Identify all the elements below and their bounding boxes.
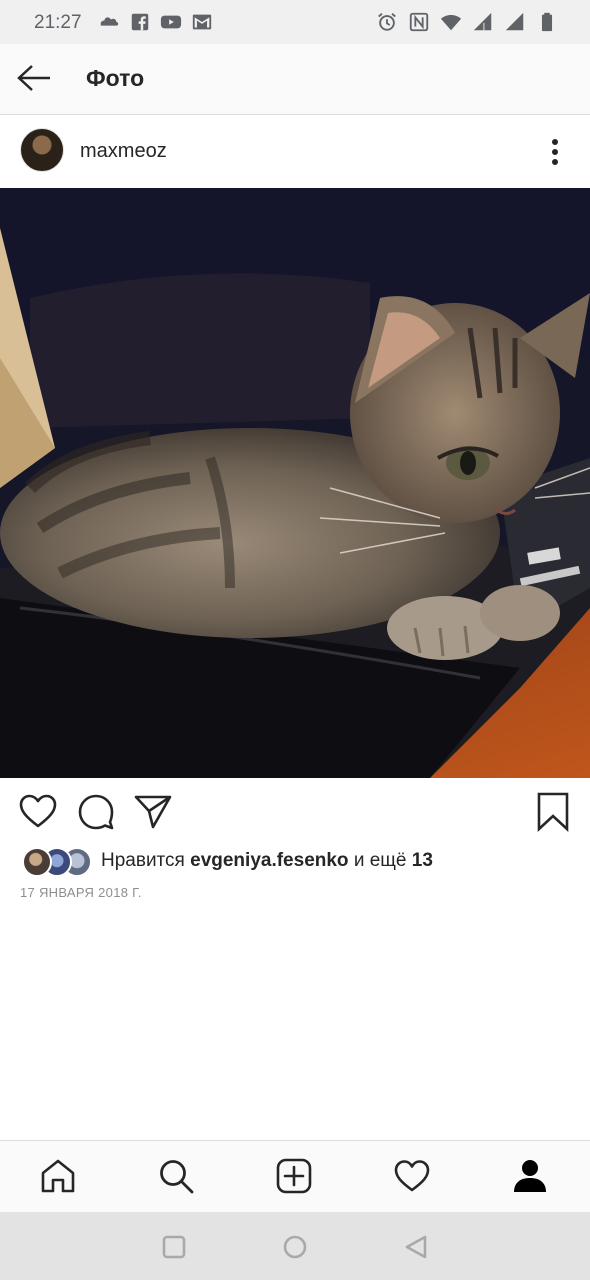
save-button[interactable]	[533, 792, 573, 832]
heart-icon	[19, 794, 57, 828]
back-button[interactable]	[14, 60, 54, 96]
post-header: maxmeoz	[0, 115, 590, 188]
post-image[interactable]	[0, 188, 590, 778]
post-actions	[0, 778, 590, 844]
likes-prefix: Нравится	[101, 850, 185, 871]
status-left-icons	[98, 11, 213, 33]
post-date: 17 ЯНВАРЯ 2018 Г.	[20, 885, 142, 900]
status-bar: 21:27	[0, 0, 590, 44]
wifi-icon	[440, 15, 462, 31]
avatar	[22, 847, 52, 877]
more-options-button[interactable]	[540, 135, 570, 169]
status-right-icons	[376, 11, 558, 33]
arrow-left-icon	[17, 65, 50, 91]
share-button[interactable]	[133, 792, 173, 832]
comment-button[interactable]	[76, 792, 116, 832]
share-icon	[134, 795, 172, 829]
back-triangle-icon	[405, 1235, 427, 1259]
nav-activity[interactable]	[394, 1158, 430, 1194]
status-time: 21:27	[34, 12, 82, 33]
bookmark-icon	[537, 792, 569, 832]
post-username[interactable]: maxmeoz	[80, 140, 167, 163]
alarm-icon	[378, 13, 396, 31]
recents-button[interactable]	[161, 1234, 187, 1260]
nav-profile[interactable]	[512, 1158, 548, 1194]
comment-icon	[78, 794, 114, 830]
likes-text: Нравится evgeniya.fesenko и ещё 13	[101, 850, 433, 872]
avatar[interactable]	[20, 128, 64, 172]
battery-icon	[541, 12, 553, 32]
home-icon	[41, 1159, 75, 1193]
add-post-icon	[276, 1158, 312, 1194]
facebook-icon	[131, 13, 149, 31]
heart-icon	[394, 1160, 430, 1192]
likes-count[interactable]: 13	[412, 850, 433, 871]
profile-icon	[514, 1160, 546, 1192]
signal-icon	[505, 12, 524, 31]
likes-conjunction: и ещё	[353, 850, 407, 871]
system-back-button[interactable]	[403, 1234, 429, 1260]
recents-icon	[162, 1235, 186, 1259]
nav-search[interactable]	[158, 1158, 194, 1194]
system-nav	[0, 1212, 590, 1280]
likes-row[interactable]: Нравится evgeniya.fesenko и ещё 13	[22, 846, 582, 878]
cloud-icon	[100, 17, 119, 26]
page-title: Фото	[86, 65, 145, 91]
system-home-button[interactable]	[282, 1234, 308, 1260]
kitten-photo	[0, 188, 590, 778]
nav-add-post[interactable]	[276, 1158, 312, 1194]
nav-home[interactable]	[40, 1158, 76, 1194]
signal-icon	[473, 12, 492, 31]
bottom-nav	[0, 1140, 590, 1213]
search-icon	[160, 1160, 194, 1194]
liker-username[interactable]: evgeniya.fesenko	[190, 850, 348, 871]
more-vertical-icon	[552, 139, 558, 165]
gmail-icon	[192, 14, 212, 30]
nfc-icon	[409, 12, 429, 32]
liker-avatars	[22, 847, 92, 877]
app-bar: Фото	[0, 44, 590, 115]
youtube-icon	[160, 15, 182, 29]
like-button[interactable]	[18, 792, 58, 832]
home-circle-icon	[283, 1235, 307, 1259]
